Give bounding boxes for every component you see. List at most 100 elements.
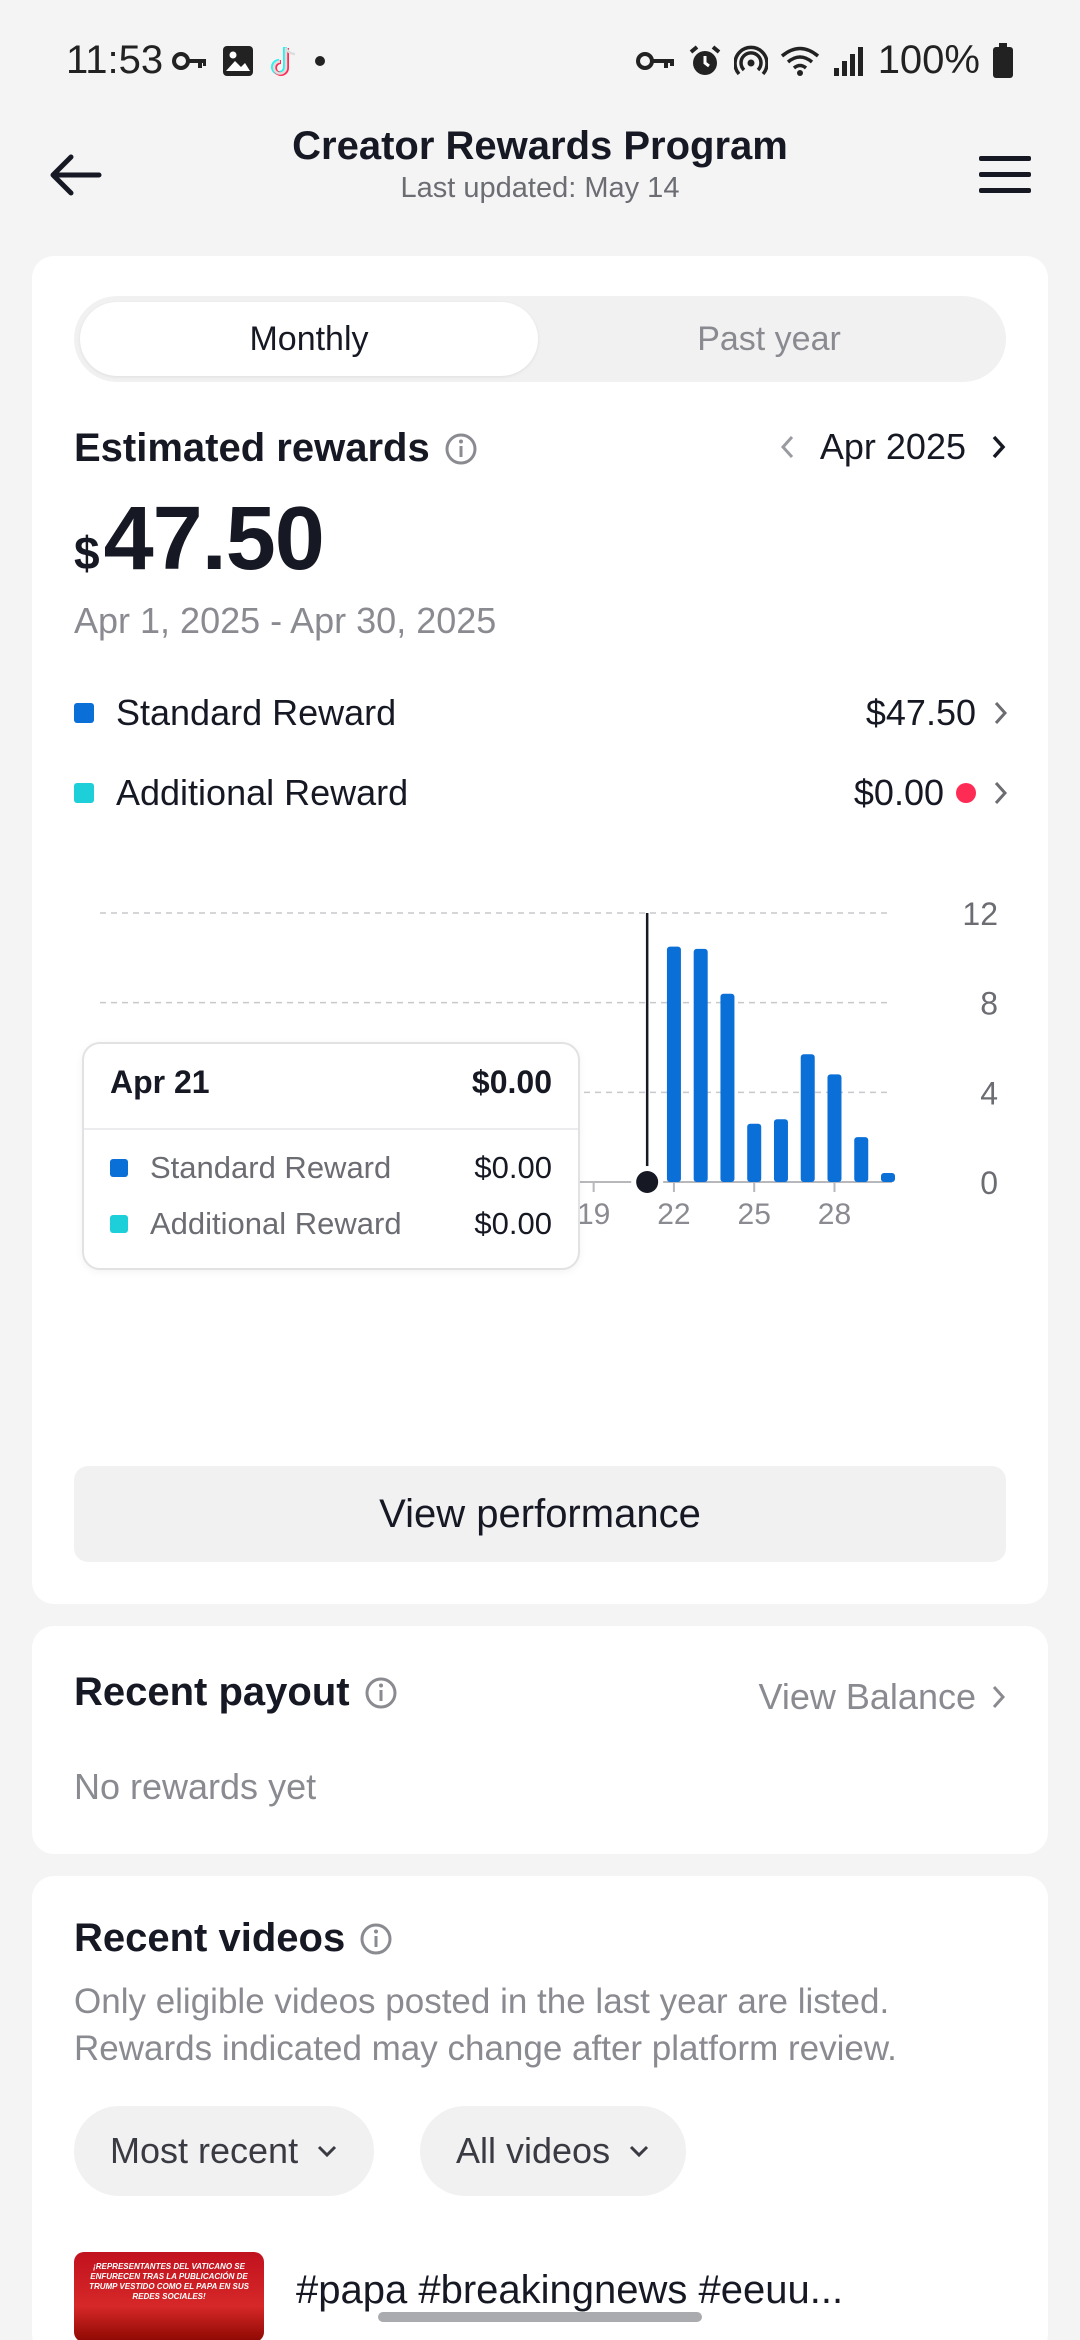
standard-reward-label: Standard Reward [116, 692, 397, 733]
tooltip-header: Apr 21 $0.00 [110, 1064, 552, 1101]
tooltip-divider [84, 1128, 578, 1130]
chart-bar [693, 948, 708, 1182]
wifi-icon [780, 44, 820, 78]
amount-value: 47.50 [103, 489, 325, 589]
chart-bar [720, 993, 735, 1182]
x-tick-label: 19 [577, 1198, 610, 1231]
standard-legend-swatch [110, 1159, 128, 1177]
chevron-right-icon [988, 695, 1014, 731]
tiktok-icon [268, 44, 300, 78]
recent-videos-label: Recent videos [74, 1916, 346, 1960]
battery-percent: 100% [877, 38, 980, 82]
app-header: Creator Rewards Program Last updated: Ma… [0, 120, 1080, 240]
chart-bar [800, 1054, 815, 1182]
tab-past-year[interactable]: Past year [540, 302, 998, 376]
chevron-right-icon [988, 775, 1014, 811]
info-icon[interactable] [364, 1676, 398, 1710]
estimated-rewards-label: Estimated rewards [74, 426, 430, 470]
y-tick-label: 8 [980, 986, 998, 1022]
signal-icon [832, 44, 866, 78]
tooltip-date: Apr 21 [110, 1064, 210, 1100]
view-balance-label: View Balance [758, 1676, 976, 1717]
additional-legend-swatch [110, 1215, 128, 1233]
status-left-icons [172, 44, 326, 78]
hotspot-icon [733, 44, 768, 78]
chart-tooltip: Apr 21 $0.00 Standard Reward $0.00 Addit… [82, 1042, 580, 1270]
no-rewards-text: No rewards yet [74, 1766, 317, 1807]
notification-dot [956, 783, 976, 803]
tooltip-total: $0.00 [471, 1064, 552, 1100]
videos-description: Only eligible videos posted in the last … [74, 1982, 897, 2068]
payout-card: Recent payout View Balance No rewards ye… [32, 1626, 1048, 1854]
recent-payout-heading: Recent payout [74, 1670, 398, 1715]
standard-legend-swatch [74, 703, 94, 723]
chart-bar [773, 1119, 788, 1182]
selected-month: Apr 2025 [819, 426, 966, 467]
video-filter-dropdown[interactable]: All videos [420, 2106, 687, 2196]
estimated-rewards-heading: Estimated rewards [74, 426, 478, 471]
currency-symbol: $ [74, 527, 100, 579]
sort-dropdown[interactable]: Most recent [74, 2106, 375, 2196]
x-tick-label: 25 [738, 1198, 771, 1231]
chevron-down-icon [316, 2144, 338, 2158]
home-indicator[interactable] [378, 2312, 702, 2322]
estimated-amount: $ 47.50 [74, 488, 325, 591]
gallery-icon [222, 45, 254, 77]
rewards-card: Monthly Past year Estimated rewards Apr … [32, 256, 1048, 1604]
video-filter-label: All videos [456, 2130, 611, 2171]
x-tick-label: 22 [657, 1198, 690, 1231]
thumbnail-caption: ¡REPRESENTANTES DEL VATICANO SE ENFURECE… [89, 2262, 249, 2301]
standard-reward-value: $47.50 [865, 692, 976, 733]
last-updated: Last updated: May 14 [400, 172, 680, 204]
info-icon[interactable] [444, 432, 478, 466]
additional-reward-label: Additional Reward [116, 772, 409, 813]
tooltip-standard-label: Standard Reward [150, 1150, 392, 1185]
hamburger-icon [979, 156, 1031, 193]
tab-monthly[interactable]: Monthly [80, 302, 538, 376]
video-list-item[interactable]: ¡REPRESENTANTES DEL VATICANO SE ENFURECE… [74, 2252, 1014, 2340]
battery-icon [992, 42, 1014, 79]
tooltip-additional-label: Additional Reward [150, 1206, 402, 1241]
additional-reward-value: $0.00 [853, 772, 944, 813]
chevron-right-icon[interactable] [990, 433, 1008, 461]
video-title: #papa #breakingnews #eeuu... [296, 2268, 844, 2312]
sort-dropdown-label: Most recent [110, 2130, 299, 2171]
video-thumbnail[interactable]: ¡REPRESENTANTES DEL VATICANO SE ENFURECE… [74, 2252, 264, 2340]
status-time: 11:53 [66, 38, 164, 82]
standard-reward-row[interactable]: Standard Reward $47.50 [74, 688, 1014, 738]
view-performance-button[interactable]: View performance [74, 1466, 1006, 1562]
tooltip-standard-value: $0.00 [474, 1150, 552, 1185]
menu-button[interactable] [970, 140, 1040, 210]
chart-bar [666, 946, 681, 1182]
videos-card: Recent videos Only eligible videos poste… [32, 1876, 1048, 2340]
alarm-icon [688, 44, 722, 78]
tooltip-standard-row: Standard Reward $0.00 [110, 1150, 552, 1186]
tooltip-additional-row: Additional Reward $0.00 [110, 1206, 552, 1242]
dot-icon [314, 55, 326, 67]
chart-bar [827, 1074, 842, 1182]
chart-bar [854, 1137, 869, 1182]
x-tick-label: 28 [818, 1198, 851, 1231]
selection-marker [636, 1171, 659, 1193]
page-title: Creator Rewards Program [292, 124, 788, 168]
vpn-key-icon [635, 49, 676, 73]
recent-videos-heading: Recent videos [74, 1916, 393, 1961]
view-balance-link[interactable]: View Balance [759, 1676, 1008, 1718]
chart-bar [881, 1173, 895, 1182]
additional-reward-row[interactable]: Additional Reward $0.00 [74, 768, 1014, 818]
y-tick-label: 4 [980, 1075, 998, 1111]
date-range: Apr 1, 2025 - Apr 30, 2025 [74, 600, 497, 641]
y-tick-label: 0 [980, 1165, 998, 1201]
chevron-left-icon[interactable] [778, 433, 796, 461]
key-icon [172, 49, 208, 73]
y-tick-label: 12 [962, 896, 998, 932]
additional-legend-swatch [74, 783, 94, 803]
recent-payout-label: Recent payout [74, 1670, 350, 1714]
status-bar: 11:53 100% [0, 0, 1080, 120]
period-toggle: Monthly Past year [74, 296, 1006, 382]
chevron-right-icon [990, 1683, 1008, 1711]
month-selector: Apr 2025 [778, 426, 1008, 468]
tooltip-additional-value: $0.00 [474, 1206, 552, 1241]
info-icon[interactable] [359, 1922, 393, 1956]
chart-bar [747, 1123, 762, 1182]
